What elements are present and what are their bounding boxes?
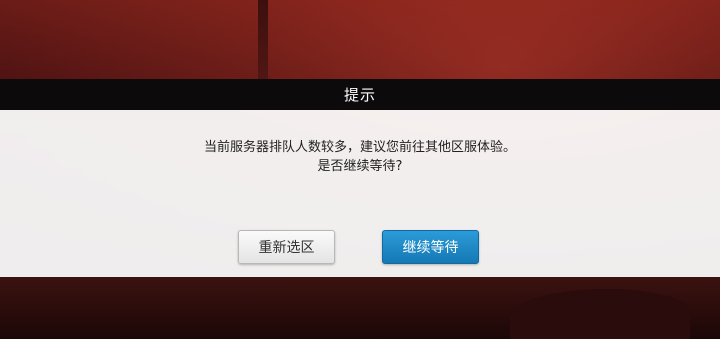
- dialog-message: 当前服务器排队人数较多，建议您前往其他区服体验。 是否继续等待?: [0, 138, 720, 176]
- dialog-body: 当前服务器排队人数较多，建议您前往其他区服体验。 是否继续等待? 重新选区 继续…: [0, 110, 720, 277]
- background-rock: [510, 289, 690, 339]
- background-tower: [258, 0, 268, 80]
- dialog-header: 提示: [0, 79, 720, 110]
- dialog-title: 提示: [343, 86, 376, 104]
- background-ground: [0, 277, 720, 339]
- message-line-1: 当前服务器排队人数较多，建议您前往其他区服体验。: [203, 140, 516, 155]
- message-line-2: 是否继续等待?: [317, 159, 403, 174]
- reselect-server-button[interactable]: 重新选区: [238, 230, 335, 264]
- continue-waiting-button[interactable]: 继续等待: [382, 230, 479, 264]
